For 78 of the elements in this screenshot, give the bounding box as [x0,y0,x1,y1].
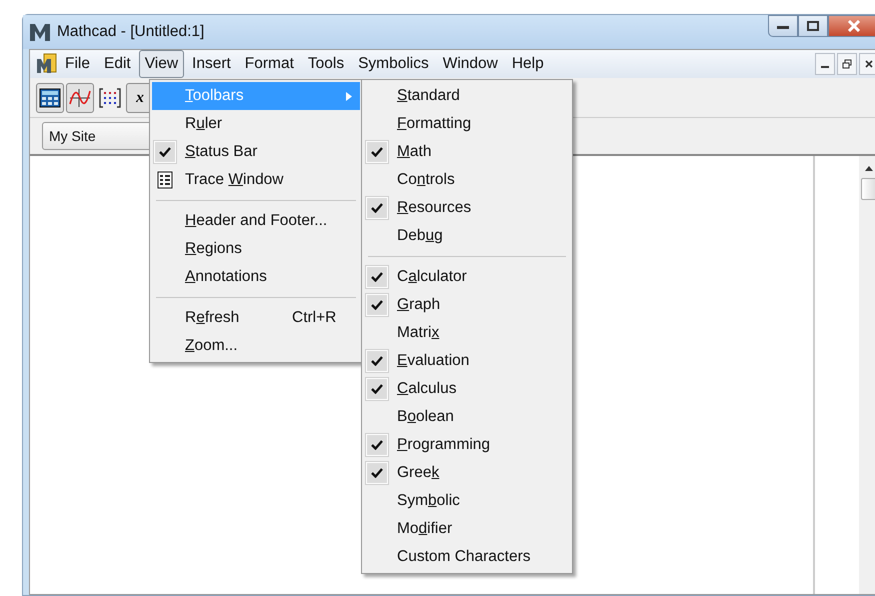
menu-item[interactable]: Math [364,138,570,166]
menu-item-label: Trace Window [185,170,284,190]
menu-item-label: Evaluation [397,351,470,372]
menu-item[interactable]: Tools [302,50,350,78]
window-title: Mathcad - [Untitled:1] [57,22,204,42]
menu-item[interactable]: Insert [186,50,237,78]
menu-item-label: Resources [397,198,472,218]
menu-item[interactable]: Standard [364,82,570,110]
menu-item-label: Modifier [397,519,452,540]
menu-item[interactable]: Window [436,50,504,78]
menu-item-label: Boolean [397,407,454,428]
menu-item[interactable]: Evaluation [364,347,570,375]
menu-item[interactable]: Zoom... [152,332,360,360]
menu-item-label: Debug [397,226,443,246]
menu-item-label: Toolbars [185,86,244,106]
menu-item-label: Custom Characters [397,547,531,568]
close-icon [865,60,873,68]
child-restore-button[interactable] [837,53,857,75]
menu-item-label: Controls [397,170,455,190]
menu-item-label: Calculus [397,379,456,400]
menu-item[interactable]: Trace Window [152,166,360,194]
graph-icon [69,88,91,108]
menu-item[interactable]: Programming [364,431,570,459]
matrix-icon [99,88,121,108]
child-close-button[interactable] [859,53,875,75]
menu-item[interactable]: Header and Footer... [152,207,360,235]
menu-item[interactable]: Symbolic [364,487,570,515]
menu-item-label: Header and Footer... [185,211,328,232]
menu-item[interactable]: Symbolics [352,50,435,78]
menu-item[interactable]: Annotations [152,263,360,291]
restore-icon [842,59,852,69]
vertical-scrollbar[interactable] [859,156,875,594]
maximize-button[interactable] [798,15,828,37]
maximize-icon [807,21,819,31]
close-button[interactable] [828,15,875,37]
menu-item[interactable]: Greek [364,459,570,487]
menu-item[interactable]: Help [506,50,550,78]
menu-item[interactable]: Debug [364,222,570,250]
scroll-up-icon [864,164,874,172]
toolbar-button[interactable] [36,82,64,112]
menu-item[interactable]: Formatting [364,110,570,138]
calculator-icon [39,88,61,108]
app-logo-icon [29,22,51,42]
menu-item-label: Annotations [185,267,267,288]
menu-item[interactable]: Regions [152,235,360,263]
scroll-thumb[interactable] [861,178,875,200]
menu-item[interactable]: Edit [98,50,137,78]
menu-item[interactable]: Refresh Ctrl+R [152,304,360,332]
menu-item-label: Greek [397,463,440,484]
menu-item[interactable]: View [138,50,184,78]
menu-item-label: Standard [397,86,460,106]
menu-item-label: Regions [185,239,242,260]
menu-item-label: Graph [397,295,440,316]
menu-item[interactable]: Graph [364,291,570,319]
close-icon [847,20,861,32]
child-minimize-button[interactable] [815,53,835,75]
menu-item-label: Programming [397,435,490,456]
menu-item-label: Symbolic [397,491,460,512]
menu-item[interactable]: Controls [364,166,570,194]
menu-item[interactable]: Format [238,50,300,78]
minimize-button[interactable] [768,15,798,37]
menu-item[interactable]: Modifier [364,515,570,543]
shortcut-label: Ctrl+R [292,308,336,328]
menu-item-label: Math [397,142,432,162]
menu-item-label: Formatting [397,114,472,134]
menu-item-label: Matrix [397,323,440,344]
menu-item[interactable]: Calculator [364,263,570,291]
toolbar-button[interactable] [66,82,94,112]
menu-item[interactable]: Boolean [364,403,570,431]
menu-item[interactable]: Custom Characters [364,543,570,571]
menu-item[interactable]: Matrix [364,319,570,347]
menu-item[interactable]: File [59,50,96,78]
menu-item-label: Zoom... [185,336,238,356]
menu-item-label: Refresh [185,308,240,328]
menu-item[interactable]: Calculus [364,375,570,403]
document-logo-icon [36,53,58,75]
menu-item[interactable]: Resources [364,194,570,222]
menu-item-label: Calculator [397,267,467,288]
